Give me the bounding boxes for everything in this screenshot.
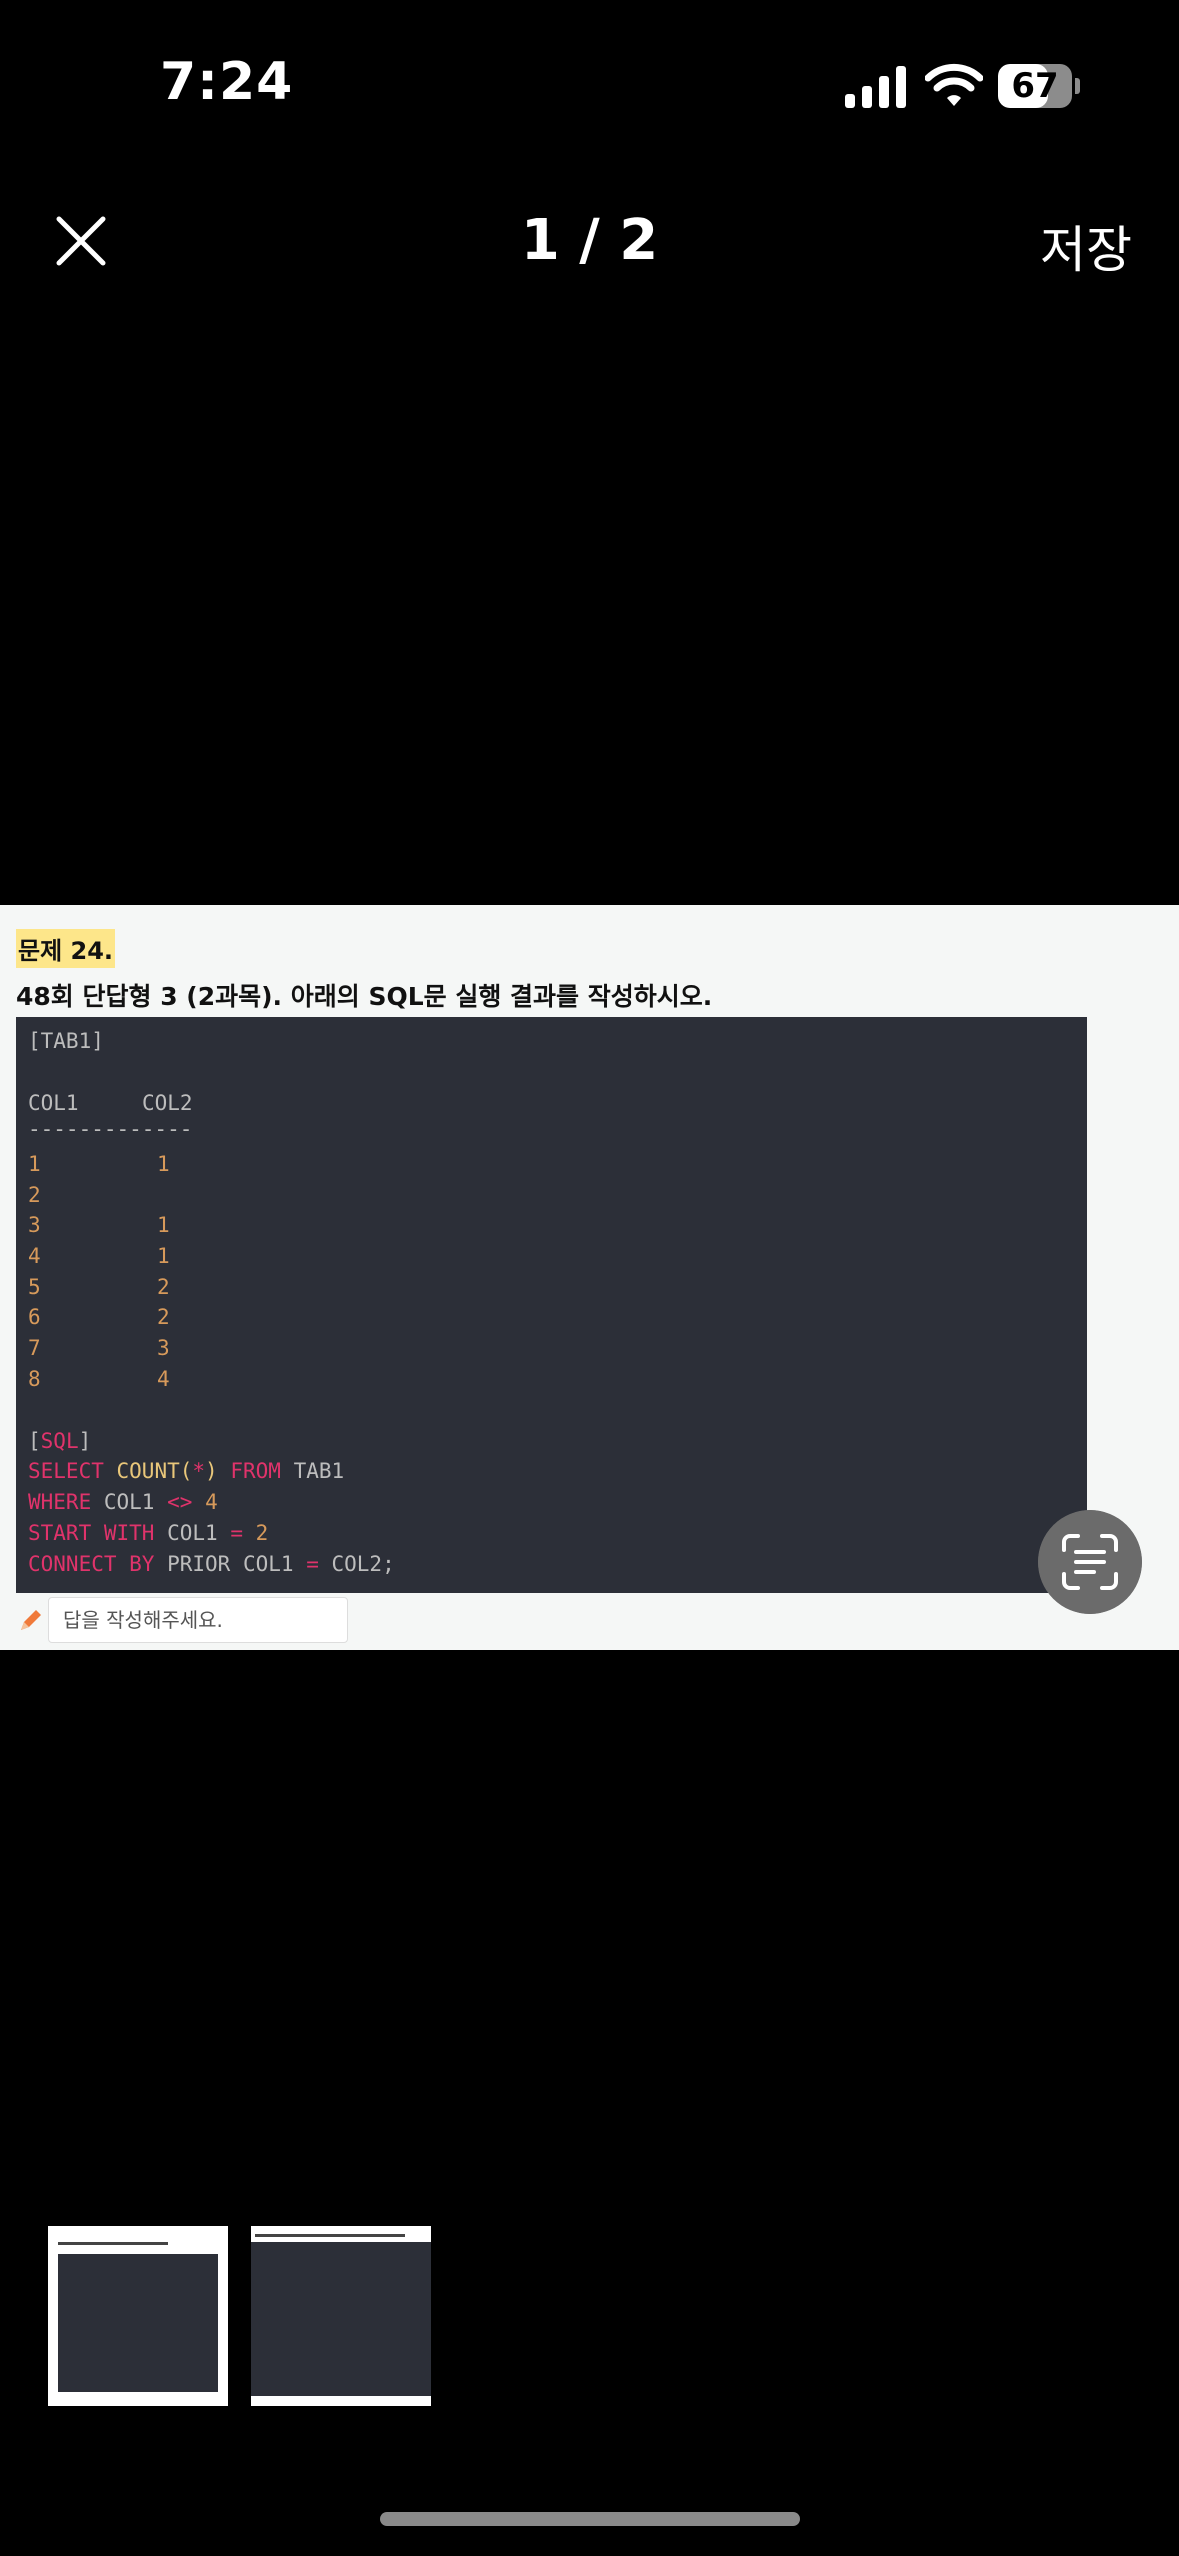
code-row-col2: 1 bbox=[157, 1152, 170, 1176]
code-table-tag: [TAB1] bbox=[28, 1029, 104, 1053]
battery-indicator: 67 bbox=[998, 64, 1080, 108]
answer-row bbox=[16, 1595, 356, 1645]
code-row-col2: 2 bbox=[157, 1275, 170, 1299]
code-row-col2: 2 bbox=[157, 1305, 170, 1329]
question-title: 48회 단답형 3 (2과목). 아래의 SQL문 실행 결과를 작성하시오. bbox=[16, 982, 713, 1011]
code-col2-header: COL2 bbox=[142, 1091, 193, 1115]
document-image: 문제 24. 48회 단답형 3 (2과목). 아래의 SQL문 실행 결과를 … bbox=[0, 905, 1179, 1650]
code-sql-tag: [SQL] bbox=[28, 1429, 92, 1453]
save-button[interactable]: 저장 bbox=[1040, 210, 1132, 282]
cellular-signal-icon bbox=[845, 66, 906, 108]
page-indicator: 1 / 2 bbox=[520, 208, 659, 273]
answer-input[interactable] bbox=[48, 1597, 348, 1643]
code-row-col1: 1 bbox=[28, 1152, 41, 1176]
thumbnail-code-preview bbox=[251, 2242, 431, 2396]
thumbnail-page-1[interactable] bbox=[48, 2226, 228, 2406]
code-row-col2: 1 bbox=[157, 1244, 170, 1268]
code-row-col2: 3 bbox=[157, 1336, 170, 1360]
code-sql-line-2: WHERE COL1 <> 4 bbox=[28, 1490, 218, 1514]
code-row-col2: 4 bbox=[157, 1367, 170, 1391]
code-col1-header: COL1 bbox=[28, 1091, 79, 1115]
code-sql-line-4: CONNECT BY PRIOR COL1 = COL2; bbox=[28, 1552, 395, 1576]
code-row-col1: 2 bbox=[28, 1183, 41, 1207]
code-block: [TAB1] COL1 COL2 ------------- 1 1 2 3 1… bbox=[16, 1017, 1087, 1593]
question-number: 문제 24. bbox=[16, 929, 116, 968]
code-sql-line-1: SELECT COUNT(*) FROM TAB1 bbox=[28, 1459, 345, 1483]
code-row-col1: 3 bbox=[28, 1213, 41, 1237]
thumbnail-code-preview bbox=[58, 2254, 218, 2392]
battery-percent: 67 bbox=[1011, 66, 1059, 106]
code-row-col1: 7 bbox=[28, 1336, 41, 1360]
code-sql-line-3: START WITH COL1 = 2 bbox=[28, 1521, 269, 1545]
thumbnail-page-2[interactable] bbox=[251, 2226, 431, 2406]
status-time: 7:24 bbox=[160, 52, 294, 112]
home-indicator[interactable] bbox=[380, 2512, 800, 2526]
live-text-scan-icon[interactable] bbox=[1038, 1510, 1142, 1614]
code-row-col1: 8 bbox=[28, 1367, 41, 1391]
wifi-icon bbox=[925, 63, 983, 106]
code-row-col1: 5 bbox=[28, 1275, 41, 1299]
pencil-icon bbox=[21, 1610, 41, 1630]
code-separator: ------------- bbox=[28, 1117, 193, 1141]
code-row-col1: 4 bbox=[28, 1244, 41, 1268]
code-row-col1: 6 bbox=[28, 1305, 41, 1329]
code-row-col2: 1 bbox=[157, 1213, 170, 1237]
